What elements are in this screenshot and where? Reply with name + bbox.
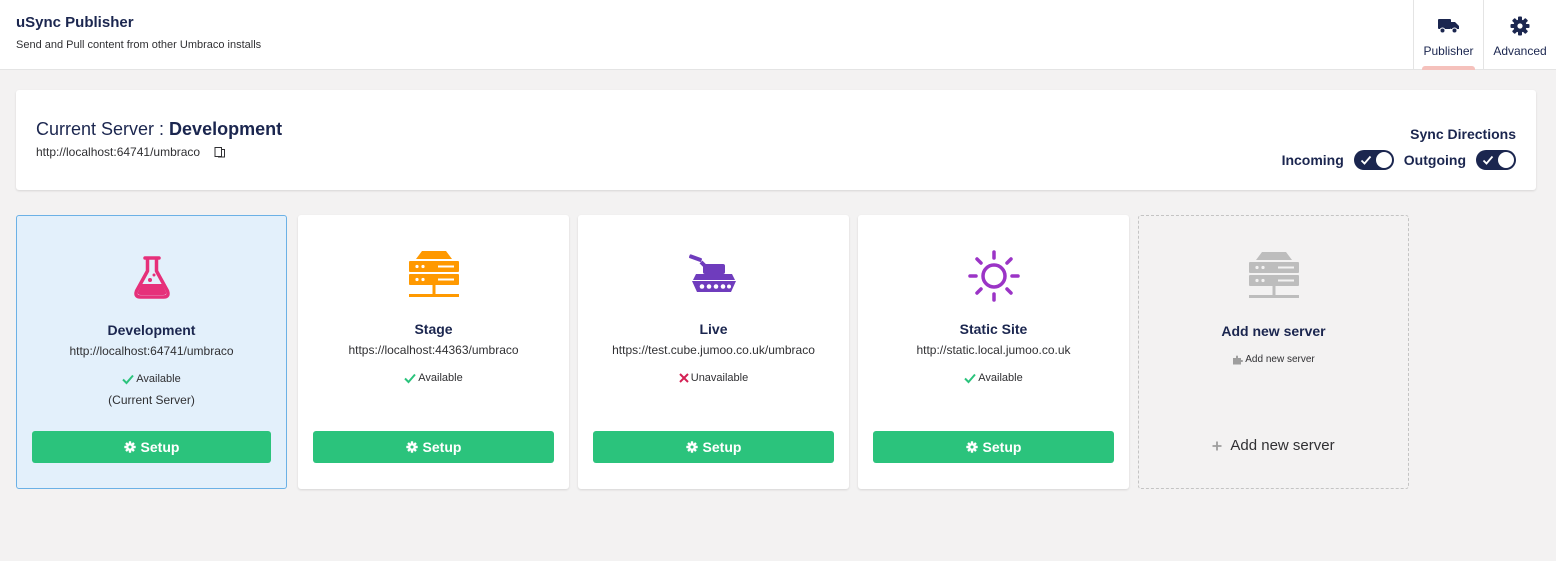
- server-status: Available: [858, 372, 1129, 384]
- check-icon: [1360, 155, 1371, 165]
- server-url: http://localhost:64741/umbraco: [69, 344, 234, 358]
- setup-button[interactable]: Setup: [873, 431, 1114, 463]
- sun-icon: [858, 249, 1129, 303]
- server-status-text: Available: [418, 372, 463, 384]
- server-url: http://static.local.jumoo.co.uk: [916, 343, 1071, 357]
- copy-icon[interactable]: [214, 146, 226, 158]
- gear-icon: [1510, 16, 1530, 36]
- add-server-small-link[interactable]: Add new server: [1139, 354, 1408, 365]
- setup-button-label: Setup: [702, 439, 742, 455]
- add-server-title: Add new server: [1221, 323, 1326, 339]
- server-name: Stage: [414, 321, 453, 337]
- current-server-url-row: http://localhost:64741/umbraco: [36, 145, 226, 159]
- server-card-static-site[interactable]: Static Site http://static.local.jumoo.co…: [858, 215, 1129, 489]
- incoming-label: Incoming: [1281, 152, 1344, 168]
- server-card-stage[interactable]: Stage https://localhost:44363/umbraco Av…: [298, 215, 569, 489]
- server-name: Development: [107, 322, 196, 338]
- server-status-text: Unavailable: [690, 372, 749, 384]
- outgoing-label: Outgoing: [1403, 152, 1466, 168]
- server-name: Live: [699, 321, 728, 337]
- add-server-button-label: Add new server: [1230, 437, 1335, 454]
- current-server-panel: Current Server : Development http://loca…: [16, 90, 1536, 190]
- check-icon: [964, 373, 977, 383]
- current-server-heading: Current Server : Development: [36, 119, 282, 140]
- server-status-text: Available: [978, 372, 1023, 384]
- tab-active-indicator: [1422, 66, 1475, 70]
- gear-icon: [123, 441, 136, 453]
- server-url: https://localhost:44363/umbraco: [348, 343, 519, 357]
- server-url: https://test.cube.jumoo.co.uk/umbraco: [612, 343, 815, 357]
- setup-button[interactable]: Setup: [593, 431, 834, 463]
- add-server-button[interactable]: Add new server: [1139, 437, 1408, 454]
- flask-icon: [17, 250, 286, 304]
- check-icon: [122, 374, 135, 384]
- app-title: uSync Publisher: [16, 14, 134, 31]
- current-server-url: http://localhost:64741/umbraco: [36, 145, 201, 159]
- server-status: Available: [298, 372, 569, 384]
- server-status: Unavailable: [578, 372, 849, 384]
- cross-icon: [679, 373, 689, 383]
- server-status-text: Available: [136, 373, 181, 385]
- setup-button-label: Setup: [982, 439, 1022, 455]
- check-icon: [404, 373, 417, 383]
- add-server-small-label: Add new server: [1245, 354, 1315, 365]
- current-server-name: Development: [169, 119, 283, 139]
- truck-icon: [1437, 16, 1460, 36]
- gear-icon: [965, 441, 978, 453]
- tank-icon: [578, 249, 849, 303]
- add-server-card[interactable]: Add new server Add new server Add new se…: [1138, 215, 1409, 489]
- tab-advanced-label: Advanced: [1493, 44, 1547, 58]
- gear-icon: [405, 441, 418, 453]
- server-name: Static Site: [959, 321, 1028, 337]
- tab-publisher[interactable]: Publisher: [1413, 0, 1483, 70]
- app-subtitle: Send and Pull content from other Umbraco…: [16, 39, 262, 51]
- current-server-note: (Current Server): [108, 393, 195, 407]
- setup-button-label: Setup: [140, 439, 180, 455]
- outgoing-toggle-knob: [1498, 152, 1514, 168]
- puzzle-icon: [1233, 355, 1244, 364]
- incoming-toggle-knob: [1375, 152, 1392, 168]
- outgoing-toggle[interactable]: [1476, 150, 1516, 170]
- incoming-toggle[interactable]: [1353, 150, 1394, 170]
- gear-icon: [685, 441, 698, 453]
- sync-directions-title: Sync Directions: [1410, 126, 1516, 142]
- server-icon: [298, 249, 569, 303]
- tab-advanced[interactable]: Advanced: [1483, 0, 1556, 69]
- tab-publisher-label: Publisher: [1423, 44, 1474, 58]
- setup-button[interactable]: Setup: [313, 431, 554, 463]
- setup-button[interactable]: Setup: [32, 431, 271, 463]
- app-header: uSync Publisher Send and Pull content fr…: [0, 0, 1556, 70]
- current-server-prefix: Current Server :: [36, 119, 170, 139]
- setup-button-label: Setup: [422, 439, 462, 455]
- server-card-live[interactable]: Live https://test.cube.jumoo.co.uk/umbra…: [578, 215, 849, 489]
- server-icon: [1139, 250, 1408, 304]
- plus-icon: [1212, 441, 1222, 450]
- server-card-development[interactable]: Development http://localhost:64741/umbra…: [16, 215, 287, 489]
- server-status: Available: [17, 373, 286, 385]
- check-icon: [1482, 155, 1494, 165]
- sync-directions-row: Incoming Outgoing: [1282, 150, 1516, 170]
